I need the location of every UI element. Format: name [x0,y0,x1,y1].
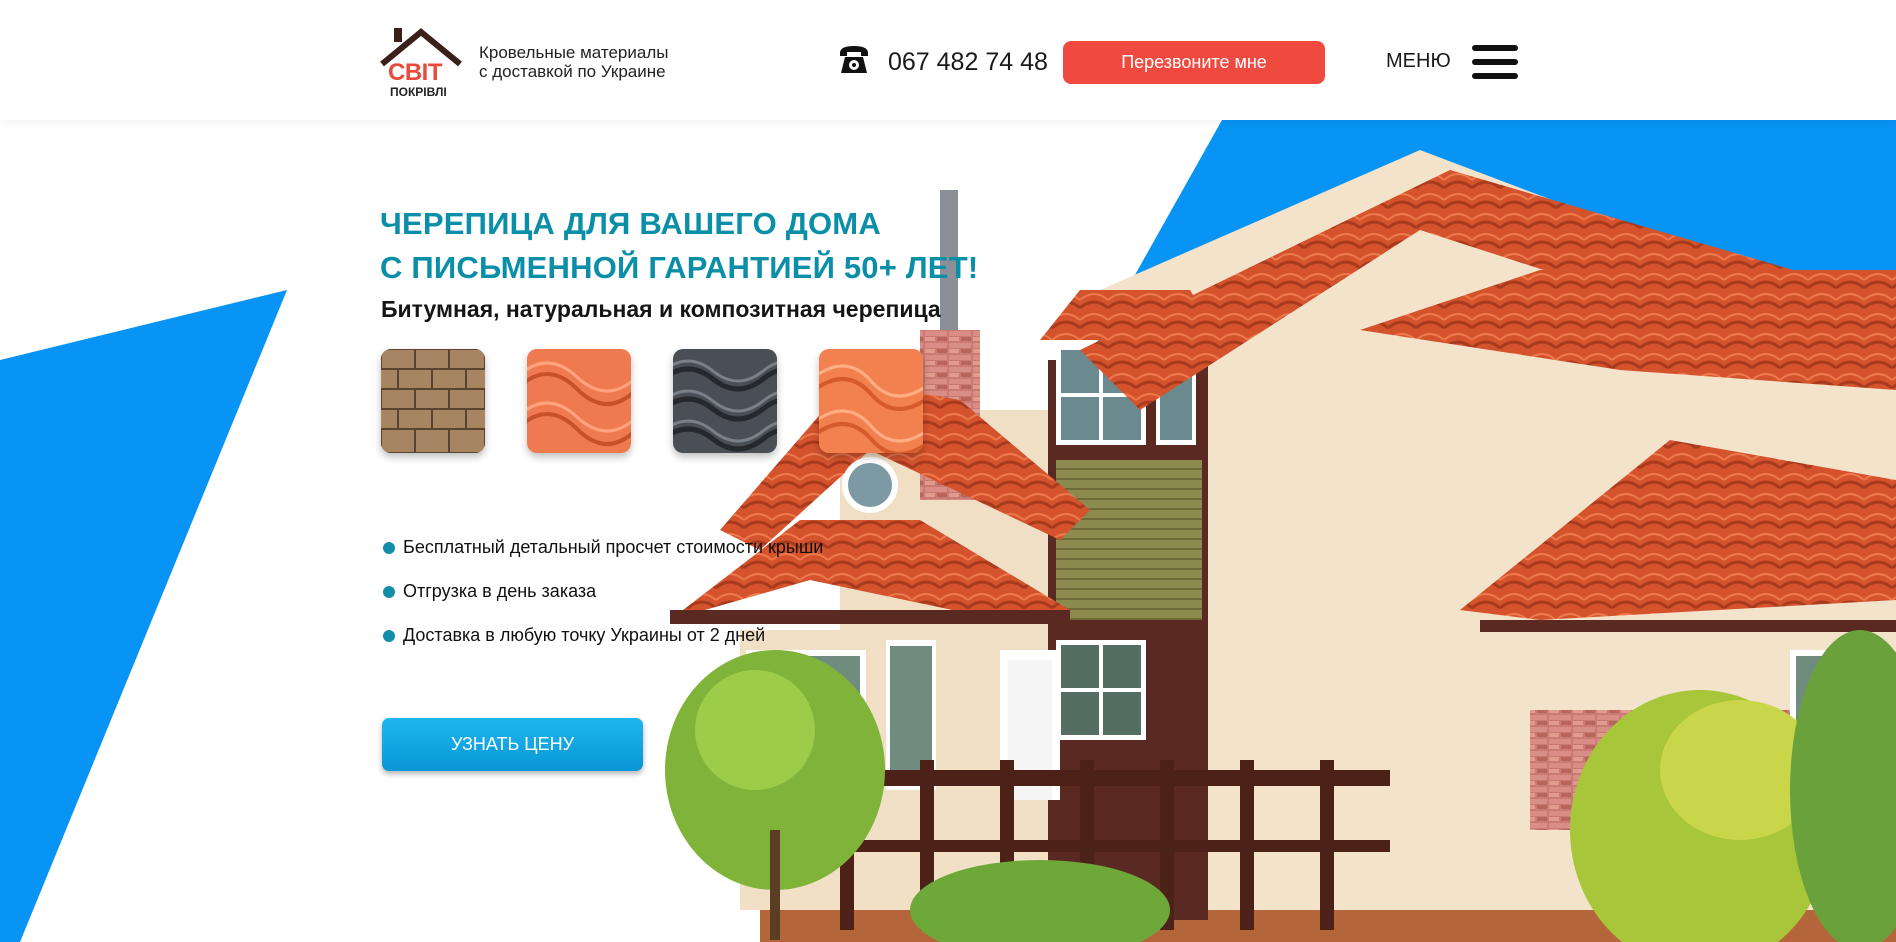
ceramic-tile-icon [527,349,631,453]
headline-line2: С ПИСЬМЕННОЙ ГАРАНТИЕЙ 50+ ЛЕТ! [380,250,979,285]
logo-text: СВІТ [388,59,443,86]
site-header: СВІТ ПОКРІВЛІ Кровельные материалы с дос… [0,0,1896,120]
callback-button[interactable]: Перезвоните мне [1063,41,1325,84]
benefit-item: Бесплатный детальный просчет стоимости к… [383,537,823,558]
logo[interactable]: СВІТ ПОКРІВЛІ [378,24,464,100]
benefit-text: Отгрузка в день заказа [403,581,597,601]
hero-subheadline: Битумная, натуральная и композитная чере… [381,296,941,322]
get-price-button[interactable]: УЗНАТЬ ЦЕНУ [382,718,643,771]
tagline: Кровельные материалы с доставкой по Укра… [479,43,668,81]
phone-icon [840,46,868,73]
menu-label[interactable]: МЕНЮ [1386,50,1451,73]
composite-tile-sample[interactable] [673,349,777,453]
natural-tile-icon [819,349,923,453]
benefit-item: Отгрузка в день заказа [383,581,596,602]
burger-line [1472,59,1518,65]
benefit-text: Доставка в любую точку Украины от 2 дней [403,625,766,645]
benefit-item: Доставка в любую точку Украины от 2 дней [383,625,765,646]
bullet-icon [383,541,395,554]
bullet-icon [383,629,395,642]
bitumen-tile-icon [381,349,485,453]
hero-headline: ЧЕРЕПИЦА ДЛЯ ВАШЕГО ДОМА С ПИСЬМЕННОЙ ГА… [380,202,978,290]
phone-number[interactable]: 067 482 74 48 [888,48,1048,77]
ceramic-tile-sample[interactable] [527,349,631,453]
bitumen-tile-sample[interactable] [381,349,485,453]
tagline-line1: Кровельные материалы [479,43,669,62]
natural-tile-sample[interactable] [819,349,923,453]
burger-line [1472,73,1518,79]
logo-subtext: ПОКРІВЛІ [390,85,447,99]
tagline-line2: с доставкой по Украине [479,62,666,81]
benefit-text: Бесплатный детальный просчет стоимости к… [403,537,824,557]
hamburger-menu-icon[interactable] [1472,45,1518,79]
composite-tile-icon [673,349,777,453]
bullet-icon [383,585,395,598]
burger-line [1472,45,1518,51]
headline-line1: ЧЕРЕПИЦА ДЛЯ ВАШЕГО ДОМА [380,206,881,241]
